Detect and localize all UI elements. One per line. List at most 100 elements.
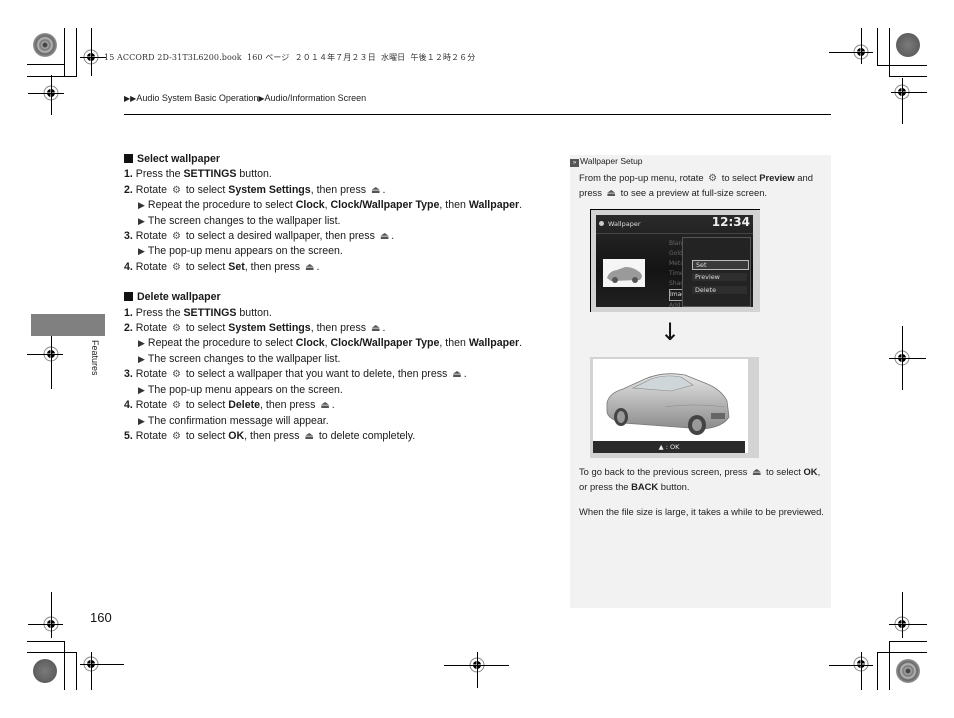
step: 2. Rotate ⚙ to select System Settings, t… <box>124 183 554 198</box>
triangle-icon: ▶ <box>138 415 145 426</box>
interface-dial-press-icon: ⏏ <box>320 400 330 412</box>
page-number: 160 <box>90 610 112 625</box>
popup-item-delete[interactable]: Delete <box>692 286 747 294</box>
bold-term: SETTINGS <box>183 306 237 319</box>
section-title: Select wallpaper <box>124 152 554 167</box>
crop-mark <box>27 652 77 653</box>
sub-step: ▶ The screen changes to the wallpaper lis… <box>138 352 341 365</box>
arrow-down-icon: ↓ <box>660 318 681 346</box>
square-bullet-icon <box>124 292 133 302</box>
divider <box>596 233 753 234</box>
display-screen: Wallpaper 12:34 Blan Gold Meta Time Shad Imag… <box>596 215 753 309</box>
bold-term: Clock/Wallpaper Type <box>330 199 440 212</box>
wallpaper-thumbnail <box>603 259 645 287</box>
reference-marker-icon: » <box>570 159 579 167</box>
crop-mark <box>877 652 878 690</box>
bold-term: Wallpaper <box>468 337 520 350</box>
popup-item-preview[interactable]: Preview <box>692 273 747 281</box>
interface-dial-press-icon: ⏏ <box>379 231 390 243</box>
crop-mark <box>80 57 106 58</box>
crop-mark <box>64 641 65 690</box>
car-preview-icon <box>606 373 730 435</box>
popup-menu: Set Preview Delete <box>682 237 751 307</box>
breadcrumb: ▶▶Audio System Basic Operation▶Audio/Inf… <box>124 93 366 103</box>
popup-item-set[interactable]: Set <box>692 260 749 270</box>
crop-mark <box>902 78 903 124</box>
crop-mark <box>902 592 903 638</box>
crop-mark <box>861 28 862 64</box>
step: 4. Rotate ⚙ to select Set, then press ⏏. <box>124 260 554 275</box>
color-calibration-disc <box>896 33 920 57</box>
print-info-line: 15 ACCORD 2D-31T3L6200.book 160 ページ ２０１４… <box>104 53 476 62</box>
crop-mark <box>91 28 92 76</box>
step-number: 4. <box>124 260 136 273</box>
interface-dial-press-icon: ⏏ <box>305 261 315 273</box>
breadcrumb-item[interactable]: Audio System Basic Operation <box>136 93 258 103</box>
triangle-icon: ▶▶ <box>124 94 137 103</box>
bold-term: OK <box>803 466 818 477</box>
sub-step: ▶ Repeat the procedure to select Clock, C… <box>138 337 523 350</box>
step: 1. Press the SETTINGS button. <box>124 306 272 319</box>
crop-mark <box>27 64 65 65</box>
interface-dial-rotate-icon: ⚙ <box>171 323 181 335</box>
crop-mark <box>889 28 890 76</box>
chapter-label: Features <box>90 340 100 376</box>
square-bullet-icon <box>124 154 133 163</box>
preview-screen: ▲ : OK <box>593 359 748 453</box>
header-rule <box>124 114 831 115</box>
main-content: Select wallpaper 1. Press the SETTINGS bu… <box>124 152 554 452</box>
color-calibration-disc <box>896 659 920 683</box>
step: 4. Rotate ⚙ to select Delete, then press… <box>124 398 554 413</box>
bold-term: Clock/Wallpaper Type <box>330 337 440 350</box>
interface-dial-press-icon: ⏏ <box>452 369 462 381</box>
crop-mark <box>889 358 926 359</box>
sub-step: ▶ The screen changes to the wallpaper lis… <box>138 214 341 227</box>
sidebar-paragraph: When the file size is large, it takes a … <box>579 506 824 517</box>
step-number: 1. <box>124 306 136 319</box>
interface-dial-press-icon: ⏏ <box>751 467 762 478</box>
sidebar-paragraph: From the pop-up menu, rotate ⚙ to select… <box>579 172 813 199</box>
step-number: 3. <box>124 230 136 243</box>
triangle-icon: ▶ <box>138 353 145 364</box>
sidebar-heading: » Wallpaper Setup <box>570 156 643 167</box>
interface-dial-press-icon: ⏏ <box>606 188 616 199</box>
section: Select wallpaper 1. Press the SETTINGS bu… <box>124 152 554 275</box>
crop-mark <box>877 28 878 66</box>
crop-mark <box>877 652 927 653</box>
crop-mark <box>28 93 64 94</box>
chapter-tab[interactable] <box>31 314 105 336</box>
interface-dial-press-icon: ⏏ <box>370 184 381 196</box>
color-calibration-disc <box>33 33 57 57</box>
sub-step: ▶ Repeat the procedure to select Clock, C… <box>138 199 523 212</box>
crop-mark <box>877 65 927 66</box>
bold-term: Wallpaper <box>468 199 520 212</box>
interface-dial-press-icon: ⏏ <box>304 430 314 442</box>
crop-mark <box>889 76 927 77</box>
step: 5. Rotate ⚙ to select OK, then press ⏏ t… <box>124 429 554 444</box>
interface-dial-rotate-icon: ⚙ <box>708 173 718 184</box>
bold-term: Preview <box>759 172 795 183</box>
sub-step: ▶ The confirmation message will appear. <box>138 414 329 427</box>
bold-term: SETTINGS <box>183 168 237 181</box>
crop-mark <box>829 665 873 666</box>
section-title: Delete wallpaper <box>124 290 554 305</box>
car-thumbnail-icon <box>607 267 642 283</box>
crop-mark <box>889 624 927 625</box>
crop-mark <box>889 641 890 690</box>
bold-term: Delete <box>228 399 261 412</box>
step-number: 2. <box>124 322 136 335</box>
crop-mark <box>76 652 77 690</box>
bold-term: Clock <box>295 199 325 212</box>
breadcrumb-item[interactable]: Audio/Information Screen <box>265 93 367 103</box>
step: 3. Rotate ⚙ to select a wallpaper that y… <box>124 367 554 382</box>
ok-bar[interactable]: ▲ : OK <box>593 441 745 453</box>
crop-mark <box>91 652 92 690</box>
settings-gear-icon <box>599 221 604 226</box>
crop-mark <box>64 28 65 76</box>
sub-step: ▶ The pop-up menu appears on the screen. <box>138 383 343 396</box>
interface-dial-rotate-icon: ⚙ <box>171 184 181 196</box>
screen-clock: 12:34 <box>711 215 750 229</box>
bold-term: OK <box>228 429 245 442</box>
interface-dial-rotate-icon: ⚙ <box>171 261 181 273</box>
crop-mark <box>51 592 52 638</box>
